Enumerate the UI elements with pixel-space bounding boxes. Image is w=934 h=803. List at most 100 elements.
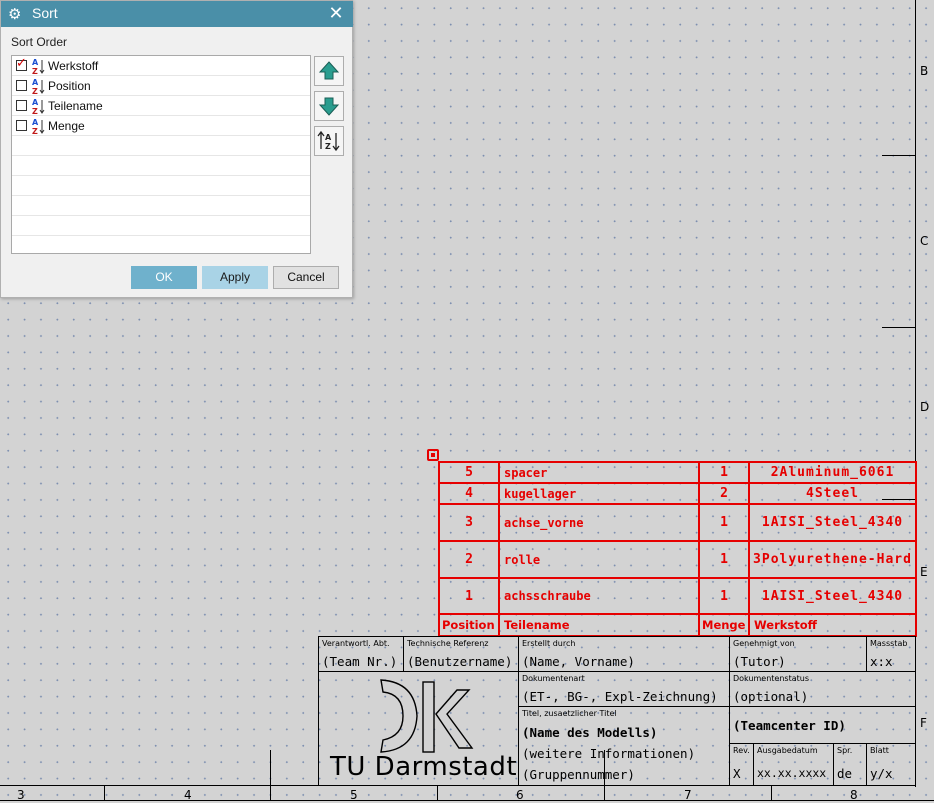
zone-letter-e: E xyxy=(920,565,928,579)
tb-label: Ausgabedatum xyxy=(757,746,818,755)
cell-position: 2 xyxy=(438,540,500,579)
list-item-empty xyxy=(12,136,310,156)
parts-list-table[interactable]: 5 spacer 1 2Aluminum_6061 4 kugellager 2… xyxy=(438,461,917,637)
svg-text:Z: Z xyxy=(32,127,38,135)
cell-werkstoff: 4Steel xyxy=(748,482,917,505)
header-werkstoff: Werkstoff xyxy=(748,613,917,637)
svg-text:Z: Z xyxy=(325,142,331,151)
list-item-empty xyxy=(12,216,310,236)
ok-button[interactable]: OK xyxy=(131,266,197,289)
tb-label: Blatt xyxy=(870,746,889,755)
move-down-button[interactable] xyxy=(314,91,344,121)
tb-value: (Team Nr.) xyxy=(322,654,398,669)
zone-tick xyxy=(270,750,271,801)
parts-list-row[interactable]: 3 achse_vorne 1 1AISI_Steel_4340 xyxy=(438,503,917,542)
cell-teilename: kugellager xyxy=(498,482,700,505)
sort-direction-icon: AZ xyxy=(317,130,340,152)
tb-value: y/x xyxy=(870,766,893,781)
move-up-button[interactable] xyxy=(314,56,344,86)
zone-tick xyxy=(882,327,916,328)
tb-value: (Tutor) xyxy=(733,654,786,669)
sort-az-icon: AZ xyxy=(32,78,45,95)
parts-list-row[interactable]: 2 rolle 1 3Polyurethene-Hard xyxy=(438,540,917,579)
tb-rev: Rev. X xyxy=(729,743,754,786)
tb-spr: Spr. de xyxy=(833,743,867,786)
tb-verantwortl: Verantwortl. Abt. (Team Nr.) xyxy=(318,636,404,672)
cell-teilename: achse_vorne xyxy=(498,503,700,542)
tb-ausgabedatum: Ausgabedatum xx.xx.xxxx xyxy=(753,743,834,786)
zone-number-8: 8 xyxy=(850,788,858,802)
parts-list-row[interactable]: 1 achsschraube 1 1AISI_Steel_4340 xyxy=(438,577,917,615)
zone-tick xyxy=(882,155,916,156)
zone-letter-b: B xyxy=(920,64,929,78)
list-item-empty xyxy=(12,156,310,176)
close-button[interactable]: ✕ xyxy=(323,2,349,26)
tb-label: Spr. xyxy=(837,746,853,755)
tb-tech-ref: Technische Referenz (Benutzername) xyxy=(403,636,519,672)
parts-list-anchor-handle[interactable] xyxy=(427,449,439,461)
list-item-label: Teilename xyxy=(48,99,103,113)
list-item-empty xyxy=(12,176,310,196)
apply-button[interactable]: Apply xyxy=(202,266,268,289)
svg-text:A: A xyxy=(32,98,39,107)
zone-letter-d: D xyxy=(920,400,930,414)
tb-label: Rev. xyxy=(733,746,750,755)
zone-number-3: 3 xyxy=(17,788,25,802)
cell-werkstoff: 3Polyurethene-Hard xyxy=(748,540,917,579)
cell-werkstoff: 1AISI_Steel_4340 xyxy=(748,503,917,542)
arrow-up-icon xyxy=(318,61,340,80)
bottom-frame-line-outer xyxy=(0,800,934,801)
parts-list-row[interactable]: 4 kugellager 2 4Steel xyxy=(438,482,917,505)
cell-menge: 1 xyxy=(698,503,750,542)
tb-value: de xyxy=(837,766,853,781)
svg-text:Z: Z xyxy=(32,87,38,95)
svg-text:A: A xyxy=(32,78,39,87)
zone-tick xyxy=(104,785,105,801)
cell-position: 4 xyxy=(438,482,500,505)
zone-number-6: 6 xyxy=(516,788,524,802)
tb-label: Erstellt durch xyxy=(522,639,576,648)
checkbox[interactable] xyxy=(16,80,27,91)
cell-werkstoff: 2Aluminum_6061 xyxy=(748,461,917,484)
cell-menge: 1 xyxy=(698,577,750,615)
list-item-label: Position xyxy=(48,79,91,93)
sort-az-icon: AZ xyxy=(32,118,45,135)
tb-erstellt: Erstellt durch (Name, Vorname) xyxy=(518,636,730,672)
sort-order-label: Sort Order xyxy=(11,35,68,49)
cancel-button[interactable]: Cancel xyxy=(273,266,339,289)
sort-order-list[interactable]: AZ Werkstoff AZ Position AZ Teilename AZ… xyxy=(11,55,311,254)
tb-value: (optional) xyxy=(733,689,809,704)
list-item[interactable]: AZ Menge xyxy=(12,116,310,136)
checkbox[interactable] xyxy=(16,56,27,71)
tb-value: (Name, Vorname) xyxy=(522,654,635,669)
tb-value: (Benutzername) xyxy=(407,654,513,669)
tb-value: (Gruppennummer) xyxy=(522,767,635,782)
list-item[interactable]: AZ Werkstoff xyxy=(12,56,310,76)
tb-label: Technische Referenz xyxy=(407,639,489,648)
parts-list-row[interactable]: 5 spacer 1 2Aluminum_6061 xyxy=(438,461,917,484)
list-item[interactable]: AZ Position xyxy=(12,76,310,96)
list-item-label: Werkstoff xyxy=(48,59,99,73)
arrow-down-icon xyxy=(318,97,340,116)
svg-text:A: A xyxy=(325,133,332,142)
zone-number-4: 4 xyxy=(184,788,192,802)
checkbox[interactable] xyxy=(16,120,27,131)
svg-text:A: A xyxy=(32,58,39,67)
zone-letter-f: F xyxy=(920,716,927,730)
svg-text:Z: Z xyxy=(32,107,38,115)
tb-logo-area: TU Darmstadt xyxy=(318,671,519,786)
cell-position: 1 xyxy=(438,577,500,615)
zone-number-7: 7 xyxy=(684,788,692,802)
parts-list-header: Position Teilename Menge Werkstoff xyxy=(438,613,917,637)
cell-position: 3 xyxy=(438,503,500,542)
list-item[interactable]: AZ Teilename xyxy=(12,96,310,116)
tb-dokumentenstatus: Dokumentenstatus (optional) xyxy=(729,671,916,707)
checkbox[interactable] xyxy=(16,100,27,111)
header-menge: Menge xyxy=(698,613,750,637)
dialog-title: Sort xyxy=(32,5,58,21)
tb-label: Dokumentenart xyxy=(522,674,585,683)
toggle-sort-direction-button[interactable]: AZ xyxy=(314,126,344,156)
tb-value: x:x xyxy=(870,654,893,669)
dialog-titlebar[interactable]: ⚙ Sort ✕ xyxy=(1,1,353,27)
svg-text:A: A xyxy=(32,118,39,127)
